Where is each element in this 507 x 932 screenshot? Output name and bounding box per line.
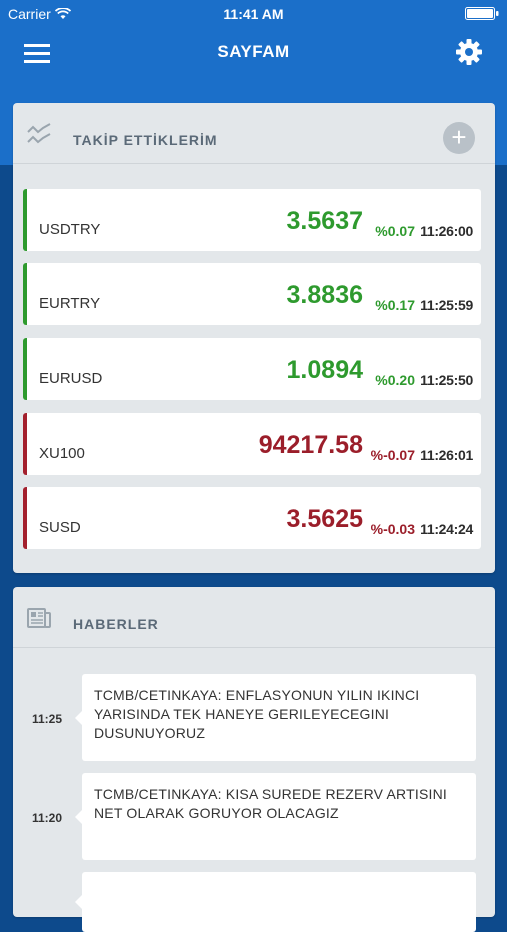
ticker-time: 11:25:50 xyxy=(420,372,473,388)
ticker-symbol: SUSD xyxy=(39,519,81,536)
news-card: HABERLER 11:25 TCMB/CETINKAYA: ENFLASYON… xyxy=(13,587,495,932)
battery-icon xyxy=(465,7,499,20)
ticker-symbol: EURTRY xyxy=(39,295,101,312)
ticker-time: 11:24:24 xyxy=(420,521,473,537)
news-time: 11:20 xyxy=(32,811,63,825)
watchlist-title: TAKİP ETTİKLERİM xyxy=(73,132,218,148)
nav-bar: SAYFAM xyxy=(0,28,507,78)
ticker-change: %0.07 xyxy=(375,223,415,239)
ticker-price: 3.8836 xyxy=(286,281,363,309)
trend-icon xyxy=(27,123,51,144)
ticker-price: 1.0894 xyxy=(286,356,363,384)
news-text-partial[interactable] xyxy=(75,872,476,932)
ticker-row-xu100[interactable]: XU100 94217.58 %-0.07 11:26:01 xyxy=(23,413,481,475)
ticker-row-susd[interactable]: SUSD 3.5625 %-0.03 11:24:24 xyxy=(23,487,481,549)
news-header: HABERLER xyxy=(13,587,495,648)
ticker-time: 11:25:59 xyxy=(420,297,473,313)
ticker-row-eurusd[interactable]: EURUSD 1.0894 %0.20 11:25:50 xyxy=(23,338,481,400)
ticker-symbol: USDTRY xyxy=(39,221,101,238)
ticker-row-eurtry[interactable]: EURTRY 3.8836 %0.17 11:25:59 xyxy=(23,263,481,325)
ticker-symbol: EURUSD xyxy=(39,370,103,387)
ticker-change: %0.20 xyxy=(375,372,415,388)
ticker-change: %-0.03 xyxy=(370,521,415,537)
gear-icon[interactable] xyxy=(455,38,483,66)
ticker-price: 94217.58 xyxy=(258,431,363,459)
ticker-change: %0.17 xyxy=(375,297,415,313)
ticker-row-usdtry[interactable]: USDTRY 3.5637 %0.07 11:26:00 xyxy=(23,189,481,251)
ticker-price: 3.5637 xyxy=(286,207,363,235)
status-time: 11:41 AM xyxy=(223,6,284,22)
newspaper-icon xyxy=(27,608,51,628)
news-time: 11:25 xyxy=(32,712,63,726)
ticker-time: 11:26:01 xyxy=(420,447,473,463)
ticker-symbol: XU100 xyxy=(39,445,85,462)
add-symbol-button[interactable]: + xyxy=(443,122,475,154)
ticker-change: %-0.07 xyxy=(370,447,415,463)
news-title: HABERLER xyxy=(73,616,159,632)
page-title: SAYFAM xyxy=(217,42,290,61)
watchlist-header: TAKİP ETTİKLERİM + xyxy=(13,103,495,164)
status-bar: Carrier 11:41 AM xyxy=(0,0,507,28)
news-text[interactable]: TCMB/CETINKAYA: ENFLASYONUN YILIN IKINCI… xyxy=(75,674,476,761)
ticker-time: 11:26:00 xyxy=(420,223,473,239)
watchlist-card: TAKİP ETTİKLERİM + USDTRY 3.5637 %0.07 1… xyxy=(13,103,495,573)
ticker-price: 3.5625 xyxy=(286,505,363,533)
news-text[interactable]: TCMB/CETINKAYA: KISA SUREDE REZERV ARTIS… xyxy=(75,773,476,860)
